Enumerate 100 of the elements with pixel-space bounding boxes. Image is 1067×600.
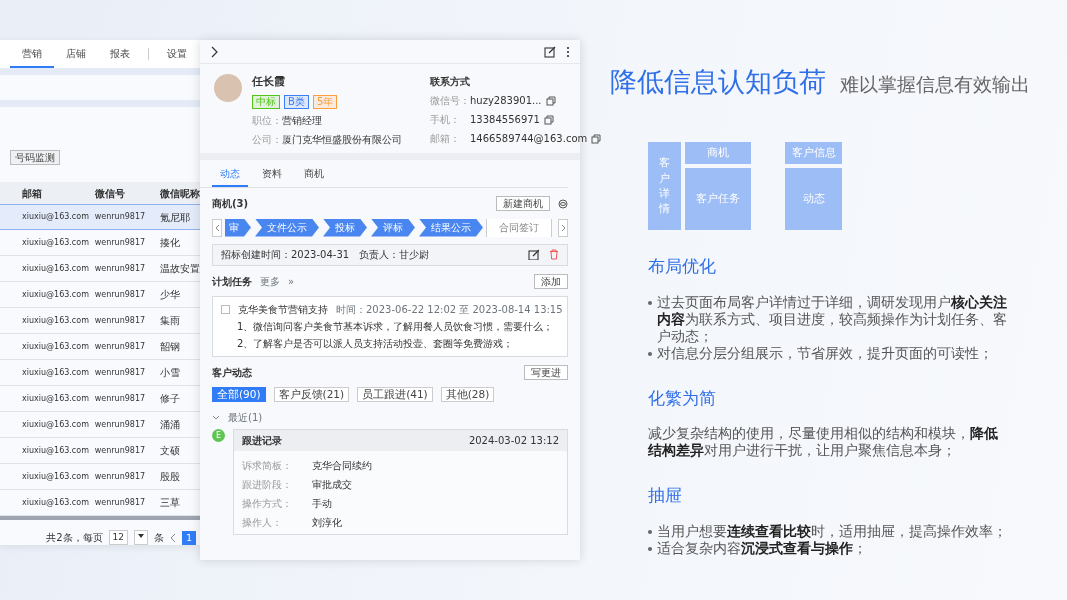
caret-icon bbox=[212, 413, 220, 421]
task-note: 1、微信询问客户美食节基本诉求，了解用餐人员饮食习惯，需要什么； bbox=[236, 319, 555, 334]
group-toggle[interactable]: 最近(1) bbox=[212, 409, 568, 425]
field-value: 审批成交 bbox=[312, 477, 352, 492]
stage-step: 评标 bbox=[371, 218, 415, 237]
layout-block: 客户任务 bbox=[685, 168, 751, 230]
table-cell: 三草 bbox=[159, 497, 180, 508]
filter-chip[interactable]: 员工跟进(41) bbox=[357, 386, 433, 402]
section-title: 客户动态 bbox=[212, 366, 252, 380]
edit-icon[interactable] bbox=[528, 249, 539, 260]
bullet-text: 适合复杂内容沉浸式查看与操作； bbox=[657, 539, 867, 557]
table-cell: xiuxiu@163.com bbox=[22, 315, 89, 325]
stage-step: 投标 bbox=[323, 218, 367, 237]
created-time: 招标创建时间：2023-04-31 bbox=[221, 248, 350, 262]
write-follow-up-button[interactable]: 写更进 bbox=[524, 365, 568, 380]
page-size-dropdown[interactable] bbox=[134, 530, 148, 545]
table-cell: xiuxiu@163.com bbox=[22, 497, 89, 507]
nav-tab[interactable]: 设置 bbox=[155, 40, 199, 68]
table-cell: xiuxiu@163.com bbox=[22, 367, 89, 377]
owner-label: 负责人：甘少尉 bbox=[359, 248, 430, 262]
more-link[interactable]: 更多 bbox=[260, 274, 280, 289]
avatar: E bbox=[212, 428, 225, 442]
field-label: 诉求简板： bbox=[242, 458, 293, 473]
section-heading: 布局优化 bbox=[648, 255, 717, 278]
layout-block: 商机 bbox=[685, 142, 751, 164]
table-cell: 温故安置 bbox=[159, 263, 200, 274]
tab[interactable]: 资料 bbox=[254, 163, 290, 187]
layout-block: 客户信息 bbox=[785, 142, 842, 164]
bullet-icon bbox=[648, 529, 652, 534]
field-label: 操作方式： bbox=[242, 496, 293, 511]
copy-icon[interactable] bbox=[591, 133, 602, 144]
task-title: 克华美食节营销支持 bbox=[238, 302, 328, 317]
tag: B类 bbox=[284, 94, 309, 109]
field-label: 职位： bbox=[252, 113, 282, 128]
new-opportunity-button[interactable]: 新建商机 bbox=[496, 196, 550, 211]
page-number[interactable]: 1 bbox=[182, 530, 196, 545]
slide-title: 降低信息认知负荷 bbox=[610, 65, 826, 99]
field-label: 公司： bbox=[252, 132, 282, 147]
tab[interactable]: 商机 bbox=[296, 163, 332, 187]
caret-icon bbox=[137, 532, 145, 540]
table-cell: 小雪 bbox=[159, 367, 180, 378]
field-label: 微信号： bbox=[430, 94, 466, 108]
field-value: 厦门克华恒盛股份有限公司 bbox=[282, 132, 402, 147]
chevron-right-icon bbox=[560, 223, 566, 232]
record-time: 2024-03-02 13:12 bbox=[468, 433, 559, 448]
previous-icon[interactable] bbox=[170, 532, 176, 543]
checkbox[interactable] bbox=[221, 304, 230, 314]
field-value: 手动 bbox=[312, 496, 332, 511]
table-cell: 殷殷 bbox=[159, 471, 180, 482]
nav-tab[interactable]: 报表 bbox=[98, 40, 142, 68]
filter-chip[interactable]: 全部(90) bbox=[212, 386, 266, 402]
table-cell: wenrun9817 bbox=[94, 212, 146, 221]
bullet-icon bbox=[648, 351, 652, 356]
layout-block: 客户详情 bbox=[648, 142, 681, 230]
table-cell: 修子 bbox=[159, 393, 180, 404]
section-title: 联系方式 bbox=[430, 75, 471, 89]
bullet-icon bbox=[648, 546, 652, 551]
tag: 5年 bbox=[312, 94, 338, 109]
copy-icon[interactable] bbox=[544, 114, 554, 125]
paragraph: 减少复杂结构的使用，尽量使用相似的结构和模块，降低结构差异对用户进行干扰，让用户聚焦信息本身； bbox=[648, 425, 999, 459]
stage-step: 结果公示 bbox=[419, 218, 483, 237]
add-button[interactable]: 添加 bbox=[534, 274, 568, 289]
table-cell: wenrun9817 bbox=[94, 419, 146, 429]
pagination-summary: 共2条，每页 bbox=[46, 531, 103, 545]
column-header: 微信昵称 bbox=[159, 186, 200, 201]
filter-chip[interactable]: 客户反馈(21) bbox=[273, 386, 350, 402]
avatar bbox=[214, 74, 242, 102]
table-cell: 集雨 bbox=[159, 315, 180, 326]
table-cell: wenrun9817 bbox=[94, 471, 146, 481]
field-value: 营销经理 bbox=[282, 113, 322, 128]
scroll-left-button[interactable] bbox=[212, 218, 222, 237]
field-value: huzy283901... bbox=[470, 94, 542, 108]
trash-icon[interactable] bbox=[549, 249, 559, 260]
table-cell: xiuxiu@163.com bbox=[22, 212, 89, 221]
stage-step: 审 bbox=[225, 218, 251, 237]
task-time: 时间：2023-06-22 12:02 至 2023-08-14 13:15 bbox=[336, 302, 563, 317]
table-cell: xiuxiu@163.com bbox=[22, 445, 89, 455]
toolbar-button[interactable]: 号码监测 bbox=[10, 150, 60, 165]
table-row[interactable]: xiuxiu@163.com wenrun9817 氪尼耶 bbox=[0, 204, 200, 230]
more-icon[interactable] bbox=[566, 45, 570, 58]
slide-subtitle: 难以掌握信息有效输出 bbox=[840, 72, 1030, 97]
nav-tab[interactable]: 店铺 bbox=[54, 40, 98, 68]
customer-name: 任长霞 bbox=[252, 74, 286, 90]
table-cell: 文硕 bbox=[159, 445, 180, 456]
page-size-field[interactable]: 12 bbox=[108, 530, 128, 545]
gear-icon[interactable] bbox=[558, 198, 568, 209]
chevron-right-icon[interactable] bbox=[210, 45, 218, 58]
table-cell: 氪尼耶 bbox=[159, 211, 190, 223]
filter-chip[interactable]: 其他(28) bbox=[440, 386, 495, 402]
field-label: 跟进阶段： bbox=[242, 477, 293, 492]
table-cell: 少华 bbox=[159, 289, 180, 300]
copy-icon[interactable] bbox=[545, 95, 556, 106]
tab[interactable]: 动态 bbox=[212, 163, 248, 187]
table-cell: wenrun9817 bbox=[94, 393, 146, 403]
table-cell: wenrun9817 bbox=[94, 367, 146, 377]
edit-icon[interactable] bbox=[544, 45, 556, 58]
scrollbar[interactable] bbox=[0, 516, 200, 520]
table-cell: wenrun9817 bbox=[94, 289, 146, 299]
scroll-right-button[interactable] bbox=[558, 218, 568, 237]
field-label: 操作人： bbox=[242, 515, 283, 530]
